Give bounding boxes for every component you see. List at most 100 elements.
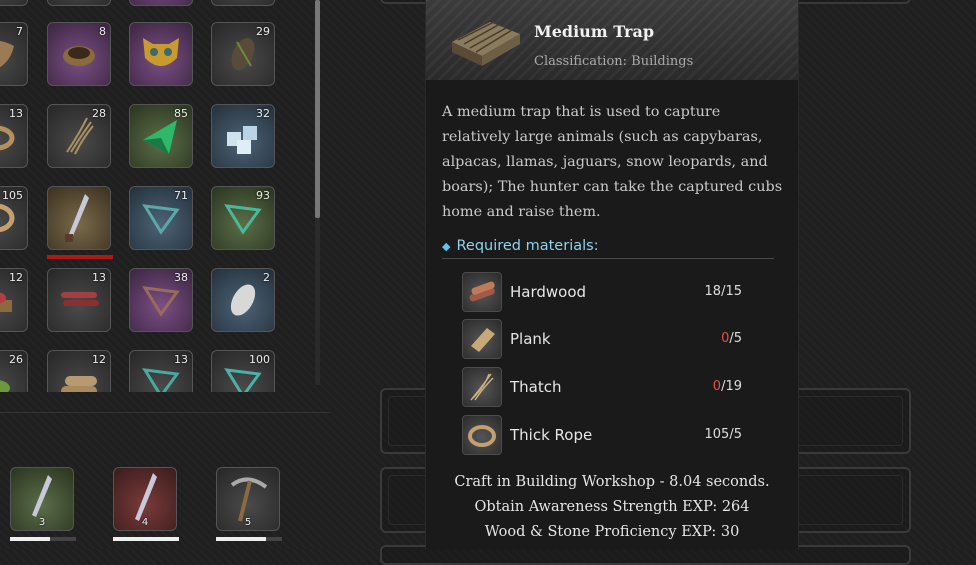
item-tooltip: Medium Trap Classification: Buildings A … [425, 0, 799, 549]
meat-board-icon [0, 292, 12, 312]
item-count: 85 [174, 107, 188, 120]
item-count: 13 [9, 107, 23, 120]
feather-icon [230, 284, 256, 316]
item-count: 29 [256, 25, 270, 38]
material-name: Thatch [510, 378, 562, 396]
item-count: 13 [92, 271, 106, 284]
dried-meat-icon [61, 292, 99, 306]
item-count: 100 [249, 353, 270, 366]
hotbar-slot[interactable]: 3 [10, 467, 74, 531]
inventory-slot[interactable]: 71 [129, 186, 193, 250]
material-name: Plank [510, 330, 551, 348]
durability-bar [113, 537, 179, 541]
tooltip-description: A medium trap that is used to capture re… [442, 104, 783, 220]
hotbar-slot[interactable]: 4 [113, 467, 177, 531]
inventory-grid: 7 8 29 13 28 85 32 105 71 93 12 13 38 2 … [0, 0, 310, 392]
inventory-slot[interactable]: 29 [211, 22, 275, 86]
divider [442, 258, 774, 259]
material-quantity: 105/5 [704, 427, 742, 442]
material-name: Thick Rope [510, 426, 593, 444]
hotbar-key: 4 [141, 517, 149, 528]
item-count: 26 [9, 353, 23, 366]
inventory-slot[interactable]: 13 [129, 350, 193, 392]
hotbar-key: 5 [244, 517, 252, 528]
rope-coil-icon [0, 125, 15, 151]
material-row: Hardwood 18/15 [462, 272, 762, 314]
golden-mask-icon [143, 38, 179, 66]
inventory-slot[interactable] [129, 0, 193, 6]
required-label: Required materials: [456, 238, 599, 254]
hotbar-key: 3 [38, 517, 46, 528]
inventory-slot[interactable]: 13 [47, 268, 111, 332]
durability-bar [216, 537, 282, 541]
required-materials-heading: ◆ Required materials: [442, 238, 599, 254]
inventory-slot-selected[interactable] [47, 186, 111, 250]
inventory-slot[interactable]: 12 [47, 350, 111, 392]
trap-icon [452, 21, 520, 66]
item-count: 13 [174, 353, 188, 366]
logs-icon [61, 376, 97, 392]
material-row: Thick Rope 105/5 [462, 415, 762, 457]
inventory-scrollbar[interactable] [315, 0, 320, 385]
scrollbar-thumb[interactable] [315, 0, 320, 218]
inventory-slot[interactable] [47, 0, 111, 6]
inventory-slot[interactable]: 2 [211, 268, 275, 332]
item-count: 8 [99, 25, 106, 38]
craft-info: Craft in Building Workshop - 8.04 second… [454, 474, 770, 490]
inventory-slot[interactable]: 8 [47, 22, 111, 86]
material-row: Plank 0/5 [462, 319, 762, 361]
inventory-slot[interactable]: 28 [47, 104, 111, 168]
leather-icon [0, 40, 14, 67]
hotbar-slot[interactable]: 5 [216, 467, 280, 531]
diamond-icon: ◆ [442, 240, 451, 253]
item-count: 7 [16, 25, 23, 38]
inventory-slot[interactable]: 13 [0, 104, 28, 168]
inventory-slot[interactable] [0, 0, 28, 6]
item-count: 32 [256, 107, 270, 120]
inventory-slot[interactable]: 38 [129, 268, 193, 332]
inventory-slot[interactable]: 105 [0, 186, 28, 250]
green-crystal-icon [143, 120, 177, 154]
metal-frame-icon [142, 204, 180, 235]
plank-icon [462, 319, 502, 359]
proficiency-exp: Wood & Stone Proficiency EXP: 30 [484, 524, 740, 540]
tooltip-footer: Craft in Building Workshop - 8.04 second… [426, 470, 798, 545]
blade-icon [65, 194, 89, 242]
item-count: 2 [263, 271, 270, 284]
bowl-icon [63, 46, 95, 66]
item-count: 28 [92, 107, 106, 120]
inventory-slot[interactable]: 12 [0, 268, 28, 332]
material-quantity: 18/15 [704, 284, 742, 299]
item-count: 12 [92, 353, 106, 366]
ice-cubes-icon [227, 126, 257, 154]
item-count: 12 [9, 271, 23, 284]
strength-exp: Obtain Awareness Strength EXP: 264 [474, 499, 750, 515]
inventory-slot[interactable] [129, 22, 193, 86]
inventory-slot[interactable]: 93 [211, 186, 275, 250]
thick-rope-icon [0, 203, 15, 233]
material-quantity: 0/19 [712, 379, 742, 394]
metal-frame-icon [142, 368, 180, 392]
metal-frame-icon [142, 286, 180, 317]
inventory-slot[interactable]: 85 [129, 104, 193, 168]
durability-bar [10, 537, 76, 541]
material-name: Hardwood [510, 283, 587, 301]
tooltip-classification: Classification: Buildings [534, 54, 694, 69]
inventory-slot[interactable]: 32 [211, 104, 275, 168]
thick-rope-icon [462, 415, 502, 455]
herb-icon [0, 380, 10, 392]
item-count: 38 [174, 271, 188, 284]
thatch-icon [462, 367, 502, 407]
fiber-bundle-icon [66, 117, 94, 155]
item-count: 105 [2, 189, 23, 202]
inventory-slot[interactable]: 7 [0, 22, 28, 86]
material-quantity: 0/5 [721, 331, 742, 346]
seed-pod-icon [231, 38, 255, 70]
inventory-slot[interactable] [211, 0, 275, 6]
inventory-slot[interactable]: 26 [0, 350, 28, 392]
inventory-slot[interactable]: 100 [211, 350, 275, 392]
hardwood-icon [462, 272, 502, 312]
selection-indicator [47, 255, 113, 259]
item-count: 93 [256, 189, 270, 202]
item-count: 71 [174, 189, 188, 202]
